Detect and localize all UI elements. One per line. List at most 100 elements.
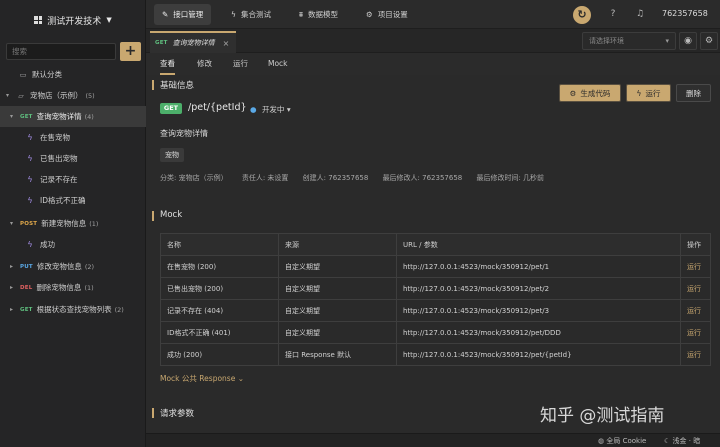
cell-name: 在售宠物 (200) xyxy=(160,255,279,278)
moon-icon: ☾ xyxy=(664,437,671,445)
top-bar: ✎ 接口管理 ϟ 集合测试 ⩩ 数据模型 ⚙ 项目设置 ↻ ? ♫ 762357… xyxy=(146,0,720,29)
tab-data-model[interactable]: ⩩ 数据模型 xyxy=(291,4,346,25)
api-tag: 宠物 xyxy=(160,148,184,162)
add-button[interactable]: + xyxy=(120,42,141,61)
tab-view[interactable]: 查看 xyxy=(160,53,175,75)
meta-creator: 创建人: 762357658 xyxy=(302,174,369,182)
method-badge: POST xyxy=(20,220,38,227)
tab-label: 接口管理 xyxy=(173,10,204,19)
method-badge: GET xyxy=(20,306,33,313)
table-row: ID格式不正确 (401) 自定义期望 http://127.0.0.1:452… xyxy=(160,321,711,344)
cell-url[interactable]: http://127.0.0.1:4523/mock/350912/pet/DD… xyxy=(396,321,681,344)
chevron-down-icon: ▾ xyxy=(6,92,10,99)
model-icon: ⩩ xyxy=(299,9,304,19)
item-count: (5) xyxy=(85,91,95,100)
button-label: 删除 xyxy=(686,88,701,98)
tab-mock[interactable]: Mock xyxy=(268,53,288,75)
tree-item-mock-not-found[interactable]: ϟ 记录不存在 xyxy=(0,169,146,190)
mock-public-response-link[interactable]: Mock 公共 Response ⌄ xyxy=(160,373,244,384)
tree-item-mock-on-sale[interactable]: ϟ 在售宠物 xyxy=(0,127,146,148)
tree-item-mock-success[interactable]: ϟ 成功 xyxy=(0,234,146,255)
mock-table: 名称 来源 URL / 参数 操作 在售宠物 (200) 自定义期望 http:… xyxy=(160,233,711,366)
bolt-icon: ϟ xyxy=(27,133,33,142)
tree-item-label: 默认分类 xyxy=(32,70,62,79)
table-row: 成功 (200) 接口 Response 默认 http://127.0.0.1… xyxy=(160,343,711,366)
cookie-label: 全局 Cookie xyxy=(606,437,647,445)
search-input[interactable] xyxy=(6,43,116,60)
item-count: (4) xyxy=(84,112,94,121)
chevron-right-icon: ▸ xyxy=(10,263,14,270)
bolt-icon: ϟ xyxy=(231,10,236,19)
tree-item-default-category[interactable]: ▭ 默认分类 xyxy=(0,64,146,85)
column-header: 名称 xyxy=(160,233,279,256)
cell-url[interactable]: http://127.0.0.1:4523/mock/350912/pet/{p… xyxy=(396,343,681,366)
method-badge: DEL xyxy=(20,284,33,291)
cell-url[interactable]: http://127.0.0.1:4523/mock/350912/pet/2 xyxy=(396,277,681,300)
button-label: 运行 xyxy=(645,88,661,98)
user-id[interactable]: 762357658 xyxy=(662,9,708,18)
link-label: Mock 公共 Response xyxy=(160,374,236,383)
theme-toggle[interactable]: ☾ 浅金 · 暗 xyxy=(664,436,700,446)
tree-item-petstore[interactable]: ▾ ▱ 宠物店（示例） (5) xyxy=(0,85,146,106)
run-link[interactable]: 运行 xyxy=(680,277,711,300)
gear-icon[interactable]: ⚙ xyxy=(700,32,718,50)
cell-url[interactable]: http://127.0.0.1:4523/mock/350912/pet/3 xyxy=(396,299,681,322)
eye-icon[interactable]: ◉ xyxy=(679,32,697,50)
tree-item-update-pet[interactable]: ▸ PUT 修改宠物信息 (2) xyxy=(0,256,146,277)
chevron-down-icon: ▾ xyxy=(665,37,669,45)
item-count: (2) xyxy=(114,305,124,314)
close-icon[interactable]: × xyxy=(223,39,230,48)
help-icon[interactable]: ? xyxy=(607,8,619,20)
tree-item-mock-bad-id[interactable]: ϟ ID格式不正确 xyxy=(0,190,146,211)
pen-icon: ✎ xyxy=(162,10,169,19)
sub-tabs: 查看 修改 运行 Mock xyxy=(146,53,720,75)
tree-item-create-pet[interactable]: ▾ POST 新建宠物信息 (1) xyxy=(0,213,146,234)
generate-code-button[interactable]: ⚙ 生成代码 xyxy=(559,84,621,102)
tab-api-management[interactable]: ✎ 接口管理 xyxy=(154,4,212,25)
section-title-request-params: 请求参数 xyxy=(152,407,194,419)
bell-icon[interactable]: ♫ xyxy=(634,8,646,20)
tab-collection-test[interactable]: ϟ 集合测试 xyxy=(223,4,279,25)
method-badge: PUT xyxy=(20,263,33,270)
cell-source: 自定义期望 xyxy=(278,255,397,278)
cell-source: 接口 Response 默认 xyxy=(278,343,397,366)
method-badge: GET xyxy=(155,40,168,46)
tree-item-get-pet-detail[interactable]: ▾ GET 查询宠物详情 (4) xyxy=(0,106,146,127)
tree-item-find-by-status[interactable]: ▸ GET 根据状态查找宠物列表 (2) xyxy=(0,299,146,320)
tab-run[interactable]: 运行 xyxy=(233,53,248,75)
table-header-row: 名称 来源 URL / 参数 操作 xyxy=(160,233,711,256)
run-link[interactable]: 运行 xyxy=(680,299,711,322)
table-row: 已售出宠物 (200) 自定义期望 http://127.0.0.1:4523/… xyxy=(160,277,711,300)
table-row: 在售宠物 (200) 自定义期望 http://127.0.0.1:4523/m… xyxy=(160,255,711,278)
cell-name: 记录不存在 (404) xyxy=(160,299,279,322)
bolt-icon: ϟ xyxy=(27,175,33,184)
run-link[interactable]: 运行 xyxy=(680,321,711,344)
tree-item-label: 宠物店（示例） xyxy=(30,91,83,100)
project-selector[interactable]: 测试开发技术 ▼ xyxy=(0,0,146,40)
run-link[interactable]: 运行 xyxy=(680,255,711,278)
environment-select[interactable]: 请选择环境 ▾ xyxy=(582,32,676,50)
tree-item-label: 新建宠物信息 xyxy=(41,219,87,228)
cell-source: 自定义期望 xyxy=(278,277,397,300)
section-title-mock: Mock xyxy=(152,210,182,221)
cell-name: 成功 (200) xyxy=(160,343,279,366)
cell-url[interactable]: http://127.0.0.1:4523/mock/350912/pet/1 xyxy=(396,255,681,278)
method-badge: GET xyxy=(20,113,33,120)
tree-item-mock-sold[interactable]: ϟ 已售出宠物 xyxy=(0,148,146,169)
run-link[interactable]: 运行 xyxy=(680,343,711,366)
delete-button[interactable]: 删除 xyxy=(676,84,711,102)
tree-item-delete-pet[interactable]: ▸ DEL 删除宠物信息 (1) xyxy=(0,277,146,298)
column-header: URL / 参数 xyxy=(396,233,681,256)
tab-edit[interactable]: 修改 xyxy=(197,53,212,75)
button-label: 生成代码 xyxy=(580,88,611,98)
project-name: 测试开发技术 xyxy=(47,16,102,27)
tab-project-settings[interactable]: ⚙ 项目设置 xyxy=(358,4,416,25)
run-button[interactable]: ϟ 运行 xyxy=(626,84,671,102)
tree-item-label: 记录不存在 xyxy=(40,175,78,184)
doc-tab-pet-detail[interactable]: GET 查询宠物详情 × xyxy=(150,31,236,53)
global-cookie-button[interactable]: ◍ 全局 Cookie xyxy=(598,436,646,446)
api-status[interactable]: ● 开发中 ▾ xyxy=(250,104,291,115)
sync-button[interactable]: ↻ xyxy=(573,6,591,24)
column-header: 操作 xyxy=(680,233,711,256)
tree-item-label: 查询宠物详情 xyxy=(36,112,82,121)
